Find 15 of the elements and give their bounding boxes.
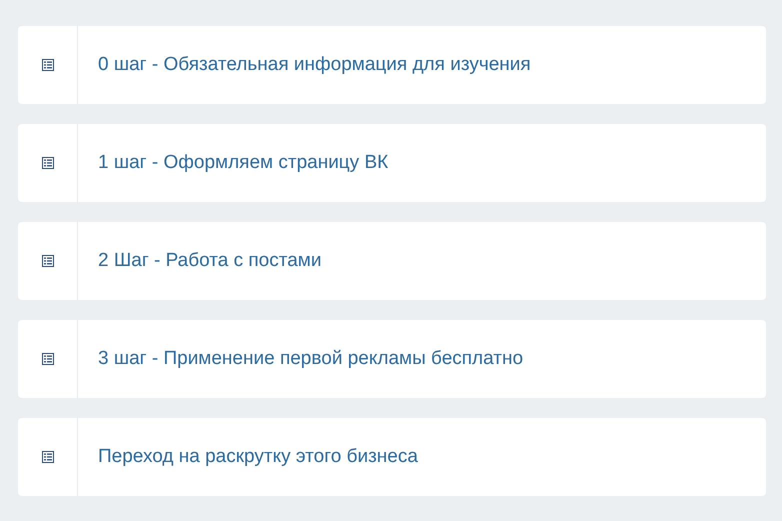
list-icon	[42, 157, 54, 169]
lesson-card[interactable]: 2 Шаг - Работа с постами	[18, 222, 766, 300]
lesson-card[interactable]: 3 шаг - Применение первой рекламы бесплатно	[18, 320, 766, 398]
lesson-title: 1 шаг - Оформляем страницу ВК	[98, 150, 388, 175]
list-icon	[42, 451, 54, 463]
lesson-title: 0 шаг - Обязательная информация для изучения	[98, 52, 531, 77]
lesson-title: Переход на раскрутку этого бизнеса	[98, 444, 418, 469]
lesson-title: 3 шаг - Применение первой рекламы бесплатно	[98, 346, 524, 371]
list-icon	[42, 353, 54, 365]
lesson-title: 2 Шаг - Работа с постами	[98, 248, 322, 273]
lesson-card[interactable]: Переход на раскрутку этого бизнеса	[18, 418, 766, 496]
lesson-card[interactable]: 0 шаг - Обязательная информация для изучения	[18, 26, 766, 104]
list-icon	[42, 255, 54, 267]
lesson-card[interactable]: 1 шаг - Оформляем страницу ВК	[18, 124, 766, 202]
list-icon	[42, 59, 54, 71]
